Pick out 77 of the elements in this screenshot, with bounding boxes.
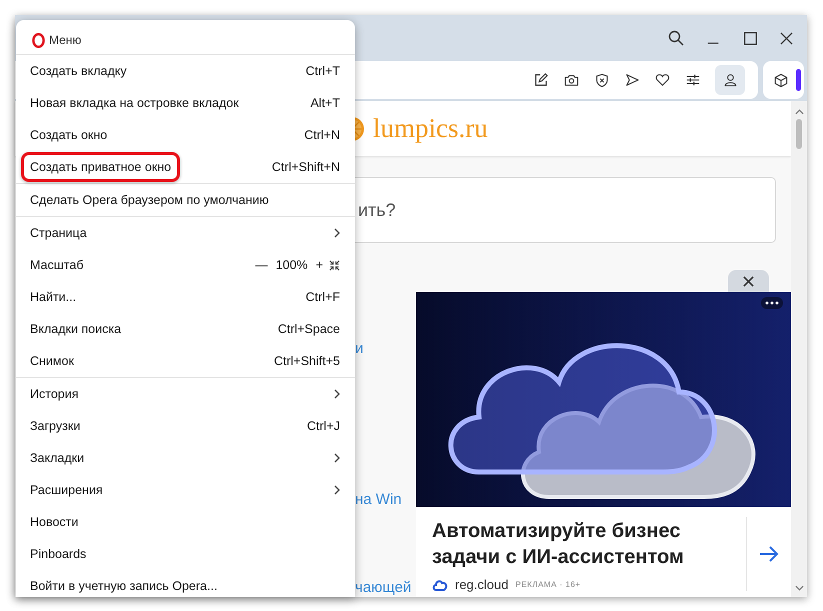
opera-logo-icon: [32, 32, 45, 48]
sidebar-indicator: [796, 69, 801, 91]
arrow-right-icon[interactable]: [759, 545, 779, 563]
cloud-icon: [432, 578, 448, 592]
maximize-icon[interactable]: [744, 32, 757, 44]
menu-item[interactable]: Снимок Ctrl+Shift+5: [16, 345, 355, 377]
close-icon[interactable]: [780, 32, 793, 44]
menu-item-label: Создать вкладку: [29, 63, 128, 80]
menu-item-label: Вкладки поиска: [29, 321, 122, 338]
menu-item-label: Найти...: [29, 289, 78, 306]
menu-item[interactable]: Вкладки поиска Ctrl+Space: [16, 313, 355, 345]
chevron-right-icon: [334, 453, 340, 463]
search-icon[interactable]: [668, 30, 684, 46]
chevron-down-icon[interactable]: [794, 585, 804, 591]
menu-item-label: Войти в учетную запись Opera...: [29, 578, 218, 595]
person-icon: [724, 73, 736, 87]
more-icon[interactable]: [761, 297, 783, 309]
menu-item-label: Новости: [29, 514, 80, 531]
menu-item-label: Создать приватное окно: [21, 152, 180, 182]
send-icon[interactable]: [625, 73, 639, 87]
zoom-out-button[interactable]: —: [255, 258, 268, 272]
menu-item-label: Снимок: [29, 353, 75, 370]
cube-icon[interactable]: [774, 72, 788, 88]
menu-item-label: Страница: [29, 225, 88, 242]
chevron-right-icon: [334, 485, 340, 495]
menu-item[interactable]: Расширения: [16, 474, 355, 506]
chevron-right-icon: [334, 228, 340, 238]
menu-item-label: История: [29, 386, 80, 403]
shortcut-text: Ctrl+Shift+5: [274, 354, 340, 368]
menu-item[interactable]: Pinboards: [16, 538, 355, 570]
menu-item[interactable]: История: [16, 378, 355, 410]
close-icon: [743, 276, 754, 286]
shortcut-text: Ctrl+Shift+N: [272, 160, 340, 174]
menu-item-label: Новая вкладка на островке вкладок: [29, 95, 240, 112]
shortcut-text: Ctrl+N: [304, 128, 340, 142]
menu-item[interactable]: Найти... Ctrl+F: [16, 281, 355, 313]
camera-icon[interactable]: [564, 73, 579, 87]
article-link[interactable]: на Win: [355, 491, 415, 508]
menu-item-label: Расширения: [29, 482, 104, 499]
zoom-in-button[interactable]: +: [316, 258, 323, 272]
shield-icon[interactable]: [595, 72, 609, 88]
menu-item[interactable]: Создать вкладку Ctrl+T: [16, 55, 355, 87]
heart-icon[interactable]: [655, 73, 670, 87]
menu-item[interactable]: Сделать Opera браузером по умолчанию: [16, 184, 355, 216]
edit-icon[interactable]: [534, 73, 548, 87]
menu-title: Меню: [49, 33, 82, 47]
menu-item-label: Создать окно: [29, 127, 108, 144]
menu-item[interactable]: Войти в учетную запись Opera...: [16, 570, 355, 597]
shortcut-text: Ctrl+T: [306, 64, 340, 78]
shortcut-text: Ctrl+J: [307, 419, 340, 433]
profile-button[interactable]: [715, 65, 745, 95]
shortcut-text: Alt+T: [310, 96, 340, 110]
close-ad-button[interactable]: [728, 270, 769, 292]
scroll-thumb[interactable]: [796, 119, 802, 149]
menu-item[interactable]: Создать окно Ctrl+N: [16, 119, 355, 151]
ad-label: РЕКЛАМА · 16+: [515, 580, 581, 589]
menu-item[interactable]: Масштаб — 100% +: [16, 249, 355, 281]
menu-item-label: Закладки: [29, 450, 86, 467]
menu-item[interactable]: Новости: [16, 506, 355, 538]
scrollbar[interactable]: [791, 101, 807, 597]
menu-item[interactable]: Загрузки Ctrl+J: [16, 410, 355, 442]
ad-brand: reg.cloud: [455, 577, 508, 592]
menu-item-label: Загрузки: [29, 418, 82, 435]
menu-item-label: Масштаб: [29, 257, 84, 274]
menu-item-label: Pinboards: [29, 546, 88, 563]
menu-item[interactable]: Закладки: [16, 442, 355, 474]
chevron-right-icon: [334, 389, 340, 399]
shortcut-text: Ctrl+F: [306, 290, 340, 304]
ad-card[interactable]: Автоматизируйте бизнес задачи с ИИ-ассистентом reg.cloud РЕКЛАМА · 16+: [416, 292, 791, 597]
ad-title: Автоматизируйте бизнес задачи с ИИ-ассистентом: [432, 519, 685, 570]
menu-item-label: Сделать Opera браузером по умолчанию: [29, 192, 270, 209]
sliders-icon[interactable]: [686, 73, 700, 87]
zoom-value: 100%: [276, 258, 308, 272]
shortcut-text: Ctrl+Space: [278, 322, 340, 336]
chevron-up-icon[interactable]: [794, 109, 804, 115]
menu-item[interactable]: Новая вкладка на островке вкладок Alt+T: [16, 87, 355, 119]
fullscreen-icon[interactable]: [329, 260, 340, 270]
